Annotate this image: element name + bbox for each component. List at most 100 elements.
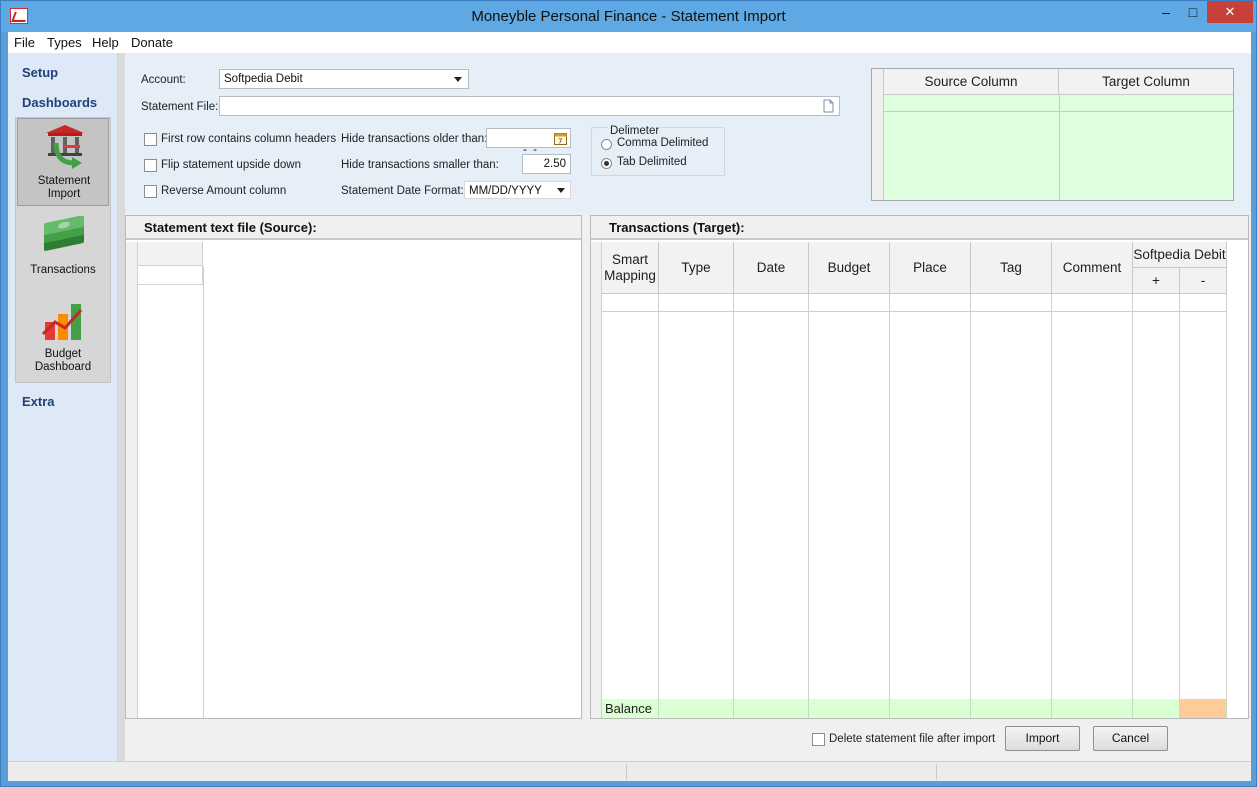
status-divider xyxy=(626,764,627,780)
bank-import-icon xyxy=(46,125,84,169)
menu-types[interactable]: Types xyxy=(47,35,82,50)
grid-line xyxy=(1179,294,1180,699)
account-dropdown[interactable]: Softpedia Debit xyxy=(219,69,469,89)
sidebar: Setup Dashboards Statement Import Transa… xyxy=(8,53,118,761)
tab-delimited-radio[interactable] xyxy=(601,158,612,169)
row-header-strip xyxy=(872,69,884,200)
chevron-down-icon xyxy=(557,188,565,193)
delete-file-label: Delete statement file after import xyxy=(829,733,996,745)
date-format-label: Statement Date Format: xyxy=(341,185,464,197)
grid-line xyxy=(1226,294,1227,699)
flip-statement-label: Flip statement upside down xyxy=(161,159,301,171)
hide-smaller-label: Hide transactions smaller than: xyxy=(341,159,499,171)
source-grid-header xyxy=(138,242,203,266)
svg-text:7: 7 xyxy=(558,138,562,146)
grid-line xyxy=(1132,294,1133,699)
app-window: Moneyble Personal Finance - Statement Im… xyxy=(0,0,1257,787)
client-area: Setup Dashboards Statement Import Transa… xyxy=(8,53,1251,761)
balance-cell xyxy=(1052,699,1133,718)
file-browse-icon[interactable] xyxy=(823,99,834,113)
target-column-header[interactable]: Target Column xyxy=(1059,69,1233,95)
sidebar-item-budget-dashboard[interactable]: Budget Dashboard xyxy=(17,290,109,382)
calendar-icon[interactable]: 7 xyxy=(554,131,567,145)
balance-label: Balance xyxy=(602,699,659,718)
account-label: Account: xyxy=(141,74,186,86)
hide-older-label: Hide transactions older than: xyxy=(341,133,488,145)
balance-cell xyxy=(659,699,734,718)
menu-donate[interactable]: Donate xyxy=(131,35,173,50)
money-stack-icon xyxy=(44,216,84,251)
maximize-button[interactable]: □ xyxy=(1181,1,1205,23)
sidebar-dashboard-group: Statement Import Transactions Budget Das… xyxy=(15,117,111,383)
grid-line xyxy=(203,266,204,718)
balance-cell xyxy=(809,699,890,718)
delete-file-checkbox[interactable] xyxy=(812,733,825,746)
status-divider xyxy=(936,764,937,780)
sidebar-splitter[interactable] xyxy=(118,53,125,761)
balance-minus-cell xyxy=(1180,699,1227,718)
delimiter-group: Delimeter Comma Delimited Tab Delimited xyxy=(591,125,725,176)
column-plus[interactable]: + xyxy=(1133,268,1180,294)
balance-plus-cell xyxy=(1133,699,1180,718)
date-format-dropdown[interactable]: MM/DD/YYYY xyxy=(464,181,571,199)
column-minus[interactable]: - xyxy=(1180,268,1227,294)
first-row-headers-checkbox[interactable] xyxy=(144,133,157,146)
grid-line xyxy=(808,294,809,699)
menu-file[interactable]: File xyxy=(14,35,35,50)
window-title: Moneyble Personal Finance - Statement Im… xyxy=(471,8,786,25)
grid-line xyxy=(1059,95,1060,200)
source-grid-row[interactable] xyxy=(138,266,203,285)
reverse-amount-label: Reverse Amount column xyxy=(161,185,287,197)
target-panel-title: Transactions (Target): xyxy=(591,216,1248,240)
grid-line xyxy=(658,294,659,699)
row-header-strip xyxy=(591,242,602,718)
title-bar[interactable]: Moneyble Personal Finance - Statement Im… xyxy=(1,1,1256,32)
table-row[interactable] xyxy=(602,294,1227,312)
tab-delimited-label: Tab Delimited xyxy=(617,156,687,168)
column-smart-mapping[interactable]: Smart Mapping xyxy=(602,242,659,294)
sidebar-item-label: Dashboard xyxy=(34,361,92,373)
action-bar: Delete statement file after import Impor… xyxy=(125,721,1251,761)
column-account[interactable]: Softpedia Debit xyxy=(1133,242,1227,268)
grid-line xyxy=(889,294,890,699)
source-panel: Statement text file (Source): xyxy=(125,215,582,719)
column-date[interactable]: Date xyxy=(734,242,809,294)
delimiter-group-title: Delimeter xyxy=(608,125,662,137)
statement-file-input[interactable] xyxy=(219,96,840,116)
import-button[interactable]: Import xyxy=(1005,726,1080,751)
comma-delimited-label: Comma Delimited xyxy=(617,137,709,149)
sidebar-dashboards[interactable]: Dashboards xyxy=(22,95,97,110)
minimize-button[interactable]: – xyxy=(1154,1,1178,23)
column-tag[interactable]: Tag xyxy=(971,242,1052,294)
hide-smaller-amount-input[interactable]: 2.50 xyxy=(522,154,571,174)
sidebar-item-label: Import xyxy=(47,188,81,200)
sidebar-item-label: Transactions xyxy=(30,264,96,276)
sidebar-item-label: Budget xyxy=(44,348,82,360)
sidebar-setup[interactable]: Setup xyxy=(22,65,58,80)
balance-cell xyxy=(890,699,971,718)
source-column-header[interactable]: Source Column xyxy=(884,69,1059,95)
balance-cell xyxy=(734,699,809,718)
date-format-value: MM/DD/YYYY xyxy=(469,185,542,197)
column-place[interactable]: Place xyxy=(890,242,971,294)
column-type[interactable]: Type xyxy=(659,242,734,294)
statement-file-label: Statement File: xyxy=(141,101,219,113)
menu-help[interactable]: Help xyxy=(92,35,119,50)
menu-bar: File Types Help Donate xyxy=(8,32,1251,53)
balance-cell xyxy=(971,699,1052,718)
close-button[interactable]: ✕ xyxy=(1207,1,1253,23)
column-comment[interactable]: Comment xyxy=(1052,242,1133,294)
cancel-button[interactable]: Cancel xyxy=(1093,726,1168,751)
sidebar-item-label: Statement xyxy=(37,175,91,187)
target-panel: Transactions (Target): Smart Mapping Typ… xyxy=(590,215,1249,719)
sidebar-extra[interactable]: Extra xyxy=(22,394,55,409)
account-value: Softpedia Debit xyxy=(224,73,303,85)
sidebar-item-transactions[interactable]: Transactions xyxy=(17,208,109,288)
comma-delimited-radio[interactable] xyxy=(601,139,612,150)
column-budget[interactable]: Budget xyxy=(809,242,890,294)
reverse-amount-checkbox[interactable] xyxy=(144,185,157,198)
column-mapping-grid[interactable]: Source Column Target Column xyxy=(871,68,1234,201)
hide-older-date-input[interactable]: - - 7 xyxy=(486,128,571,156)
sidebar-item-statement-import[interactable]: Statement Import xyxy=(17,118,109,206)
flip-statement-checkbox[interactable] xyxy=(144,159,157,172)
